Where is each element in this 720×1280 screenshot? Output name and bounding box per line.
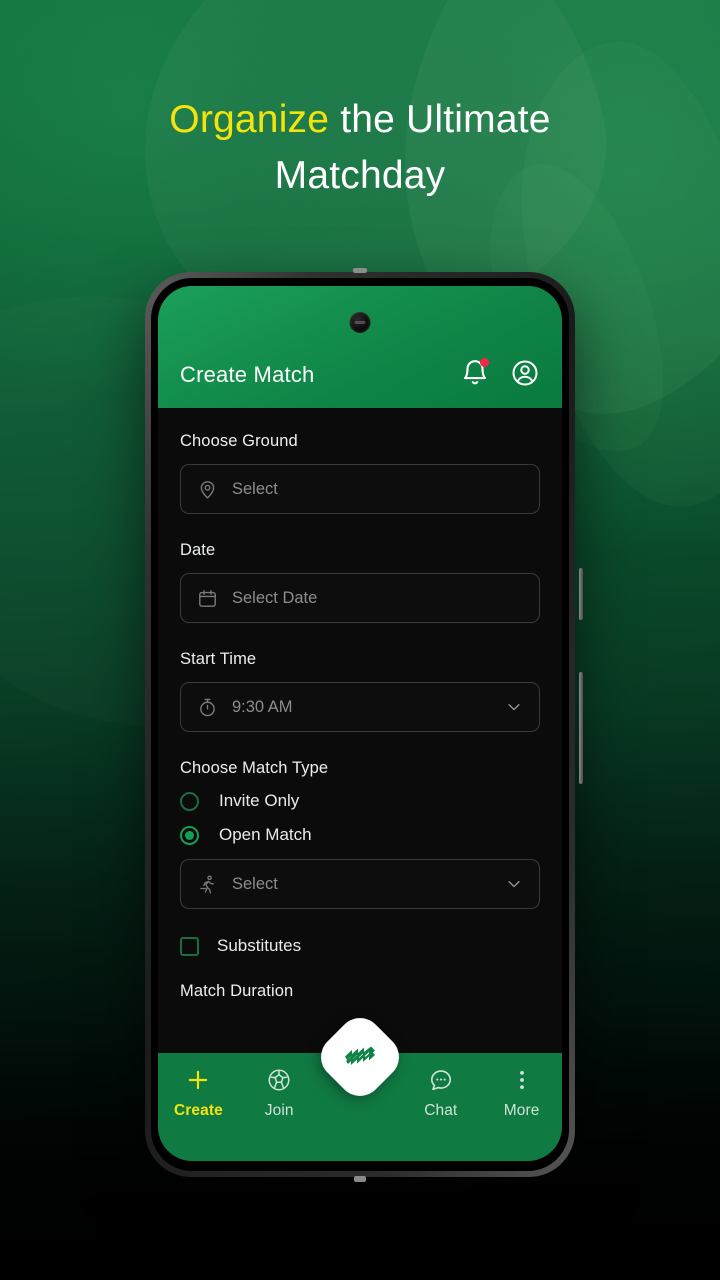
chat-bubble-icon: [428, 1067, 454, 1093]
page-title: Create Match: [180, 362, 315, 387]
nav-item-more[interactable]: More: [481, 1067, 562, 1120]
phone-bottom-notch: [354, 1176, 366, 1182]
chevron-down-icon[interactable]: [505, 698, 523, 716]
phone-side-button-volume[interactable]: [579, 568, 583, 620]
running-person-icon: [197, 874, 218, 895]
app-header: Create Match: [158, 286, 562, 408]
more-vertical-icon: [509, 1067, 535, 1093]
location-pin-icon: [197, 479, 218, 500]
notification-badge: [480, 358, 489, 367]
substitutes-label: Substitutes: [217, 936, 302, 955]
poster-background: Organize the Ultimate Matchday Create Ma…: [0, 0, 720, 1280]
radio-circle-icon[interactable]: [180, 791, 199, 811]
pitch-logo-icon: [343, 1045, 377, 1069]
headline-accent-word: Organize: [169, 98, 330, 141]
nav-label: Chat: [424, 1102, 458, 1119]
center-fab-button[interactable]: [311, 1008, 409, 1106]
phone-bezel: Create Match Choose Ground Select Date S…: [151, 278, 569, 1171]
substitutes-checkbox-row[interactable]: Substitutes: [180, 936, 540, 956]
stopwatch-icon: [197, 697, 218, 718]
nav-label: More: [503, 1102, 540, 1119]
radio-option-invite-only[interactable]: Invite Only: [180, 791, 540, 811]
camera-punch-hole: [349, 312, 371, 333]
choose-ground-label: Choose Ground: [180, 432, 298, 450]
phone-screen: Create Match Choose Ground Select Date S…: [158, 286, 562, 1161]
phone-mockup: Create Match Choose Ground Select Date S…: [145, 268, 583, 1182]
phone-top-speaker: [353, 268, 367, 273]
match-type-label: Choose Match Type: [180, 759, 329, 777]
radio-circle-selected-icon[interactable]: [180, 825, 199, 845]
radio-option-open-match[interactable]: Open Match: [180, 825, 540, 845]
date-value: Select Date: [232, 588, 318, 607]
nav-item-create[interactable]: Create: [158, 1067, 239, 1120]
choose-ground-input[interactable]: Select: [180, 464, 540, 514]
match-format-value: Select: [232, 874, 278, 893]
plus-icon: [185, 1067, 211, 1093]
bell-icon[interactable]: [460, 358, 490, 388]
radio-label: Open Match: [219, 825, 312, 844]
headline-line-two: Matchday: [274, 154, 446, 197]
match-duration-label: Match Duration: [180, 982, 294, 1000]
start-time-input[interactable]: 9:30 AM: [180, 682, 540, 732]
headline-rest: the Ultimate: [329, 98, 551, 141]
date-label: Date: [180, 541, 216, 559]
phone-side-button-power[interactable]: [579, 672, 583, 784]
radio-label: Invite Only: [219, 791, 300, 810]
calendar-icon: [197, 588, 218, 609]
nav-label: Join: [264, 1102, 294, 1119]
choose-ground-value: Select: [232, 479, 278, 498]
header-actions: [460, 358, 540, 388]
soccer-ball-icon: [266, 1067, 292, 1093]
poster-headline: Organize the Ultimate Matchday: [0, 92, 720, 204]
start-time-value: 9:30 AM: [232, 697, 293, 716]
user-circle-icon[interactable]: [510, 358, 540, 388]
checkbox-icon[interactable]: [180, 936, 199, 956]
start-time-label: Start Time: [180, 650, 257, 668]
nav-item-chat[interactable]: Chat: [400, 1067, 481, 1120]
match-format-input[interactable]: Select: [180, 859, 540, 909]
nav-item-join[interactable]: Join: [239, 1067, 320, 1120]
chevron-down-icon[interactable]: [505, 875, 523, 893]
nav-label: Create: [173, 1102, 223, 1119]
date-input[interactable]: Select Date: [180, 573, 540, 623]
